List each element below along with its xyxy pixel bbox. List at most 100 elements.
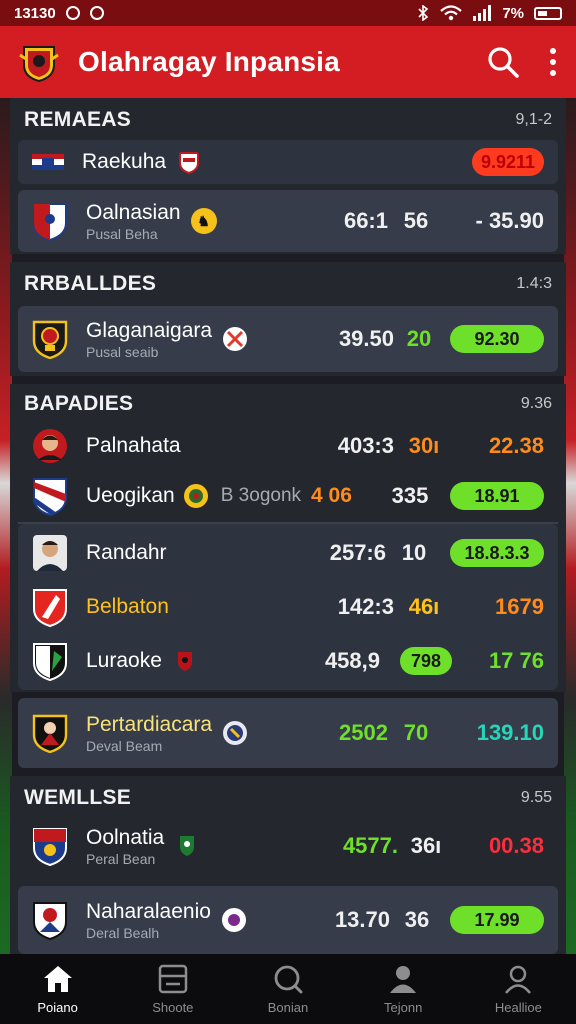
team-name: Randahr	[86, 541, 167, 564]
user-icon	[390, 965, 417, 993]
app-logo	[19, 46, 59, 83]
more-options-icon[interactable]	[548, 48, 558, 76]
match-score: 4577.	[342, 833, 398, 858]
app-bar: Olahragay Inpansia	[0, 26, 576, 98]
match-count: 10	[401, 540, 427, 565]
match-count: 30ı	[408, 433, 440, 458]
match-count: 20	[406, 326, 432, 351]
section-wemllse: WEMLLSE 9.55 Oolnatia Peral Bean 4577. 3…	[10, 776, 566, 954]
section-remaeas: REMAEAS 9,1-2 Raekuha 9.9211 Oalnasian P…	[10, 98, 566, 254]
match-card[interactable]: Oalnasian Pusal Beha ♞ 66:1 56 - 35.90	[18, 190, 558, 252]
section-title: REMAEAS	[24, 108, 132, 131]
search-icon[interactable]	[486, 45, 520, 79]
nav-item-home[interactable]: Poiano	[0, 954, 115, 1024]
match-row[interactable]: Luraoke 458,9 798 17 76	[18, 636, 558, 686]
match-score: 458,9	[324, 648, 380, 673]
nav-item-profile[interactable]: Heallioe	[461, 954, 576, 1024]
team-subtitle: Peral Bean	[86, 850, 156, 867]
settings-status-icon	[89, 6, 104, 20]
match-score: 257:6	[329, 540, 386, 565]
match-score: 39.50	[338, 326, 394, 351]
match-score: 142:3	[337, 594, 394, 619]
section-title: RRBALLDES	[24, 272, 157, 295]
match-count: 36	[404, 907, 430, 932]
section-featured: Pertardiacara Deval Beam 2502 70 139.10	[10, 696, 566, 772]
match-count: 70	[403, 720, 429, 745]
nav-item-scores[interactable]: Shoote	[115, 954, 230, 1024]
match-row[interactable]: Oolnatia Peral Bean 4577. 36ı 00.38	[18, 816, 558, 876]
player-avatar	[33, 535, 67, 571]
match-row[interactable]: Belbaton 142:3 46ı 1679	[18, 582, 558, 632]
ball-icon	[221, 908, 246, 932]
nav-label: Bonian	[267, 999, 309, 1015]
nav-item-search[interactable]: Bonian	[230, 954, 345, 1024]
match-odds[interactable]: 1679	[454, 594, 544, 620]
scores-list[interactable]: REMAEAS 9,1-2 Raekuha 9.9211 Oalnasian P…	[0, 98, 576, 954]
match-odds[interactable]: 00.38	[454, 833, 544, 859]
status-bar: 13130 7%	[0, 0, 576, 26]
team-subtitle: Pusal Beha	[86, 225, 158, 242]
match-odds[interactable]: - 35.90	[444, 208, 545, 234]
match-card[interactable]: Glaganaigara Pusal seaib 39.50 20 92.30	[18, 306, 558, 372]
match-row[interactable]: Ueogikan B 3ogonk 4 06 335 18.91	[18, 472, 558, 520]
team-name: Oolnatia	[86, 825, 165, 849]
club-crest-icon	[33, 589, 67, 627]
section-meta: 1.4:3	[516, 275, 552, 292]
match-card[interactable]: Pertardiacara Deval Beam 2502 70 139.10	[18, 698, 558, 768]
match-count: 56	[403, 208, 429, 233]
team-subtitle: Pusal seaib	[86, 343, 159, 360]
match-count: 46ı	[408, 594, 440, 619]
team-name: Luraoke	[86, 649, 162, 672]
section-meta: 9,1-2	[515, 111, 552, 128]
home-icon	[43, 965, 72, 992]
bluetooth-icon	[418, 5, 429, 21]
bottom-navigation: Poiano Shoote Bonian Tejonn Heallioe	[0, 954, 576, 1024]
match-score: 13.70	[334, 907, 390, 932]
match-odds[interactable]: 22.38	[454, 433, 544, 459]
ball-icon	[223, 327, 248, 351]
club-crest-icon	[32, 714, 68, 753]
odds-badge[interactable]: 18.91	[450, 482, 544, 510]
team-name: Ueogikan	[86, 484, 175, 507]
odds-badge[interactable]: 18.8.3.3	[450, 539, 544, 567]
team-name: Naharalaenio	[86, 899, 211, 923]
wifi-icon	[440, 5, 463, 21]
nav-item-team[interactable]: Tejonn	[346, 954, 461, 1024]
odds-badge[interactable]: 17.99	[450, 906, 544, 934]
match-card[interactable]: Raekuha 9.9211	[18, 140, 558, 184]
match-row[interactable]: Randahr 257:6 10 18.8.3.3	[18, 528, 558, 578]
count-badge: 798	[400, 647, 452, 675]
match-row[interactable]: Palnahata 403:3 30ı 22.38	[18, 422, 558, 470]
club-crest-icon	[32, 478, 67, 516]
club-crest-icon	[33, 828, 67, 866]
match-count: 335	[391, 483, 429, 508]
club-crest-icon	[33, 902, 67, 940]
team-name: Oalnasian	[86, 200, 181, 224]
nav-label: Poiano	[37, 999, 78, 1015]
app-title: Olahragay Inpansia	[78, 46, 340, 77]
match-odds[interactable]: 139.10	[444, 720, 544, 746]
odds-badge[interactable]: 92.30	[450, 325, 544, 353]
flag-icon	[32, 154, 64, 170]
match-odds[interactable]: 17 76	[452, 648, 544, 674]
section-meta: 9.55	[520, 789, 552, 806]
team-name: Glaganaigara	[86, 318, 213, 342]
club-crest-icon	[177, 652, 192, 671]
battery-icon	[534, 6, 562, 20]
match-score: 66:1	[343, 208, 388, 233]
match-group: Randahr 257:6 10 18.8.3.3 Belbaton 142:3…	[18, 524, 558, 690]
match-card[interactable]: Naharalaenio Deral Bealh 13.70 36 17.99	[18, 886, 558, 954]
profile-icon	[505, 965, 532, 994]
club-crest-icon	[32, 320, 68, 359]
match-count: 36ı	[410, 833, 442, 858]
club-crest-icon	[33, 643, 67, 681]
match-score: 2502	[339, 720, 388, 745]
search-icon	[274, 965, 303, 993]
odds-badge[interactable]: 9.9211	[472, 148, 544, 176]
team-subtitle: Deval Beam	[86, 737, 163, 754]
ball-icon	[223, 721, 248, 745]
section-rrballdes: RRBALLDES 1.4:3 Glaganaigara Pusal seaib…	[10, 262, 566, 376]
team-name: Palnahata	[86, 434, 181, 457]
status-time: 13130	[14, 4, 56, 22]
section-title: WEMLLSE	[24, 786, 132, 809]
